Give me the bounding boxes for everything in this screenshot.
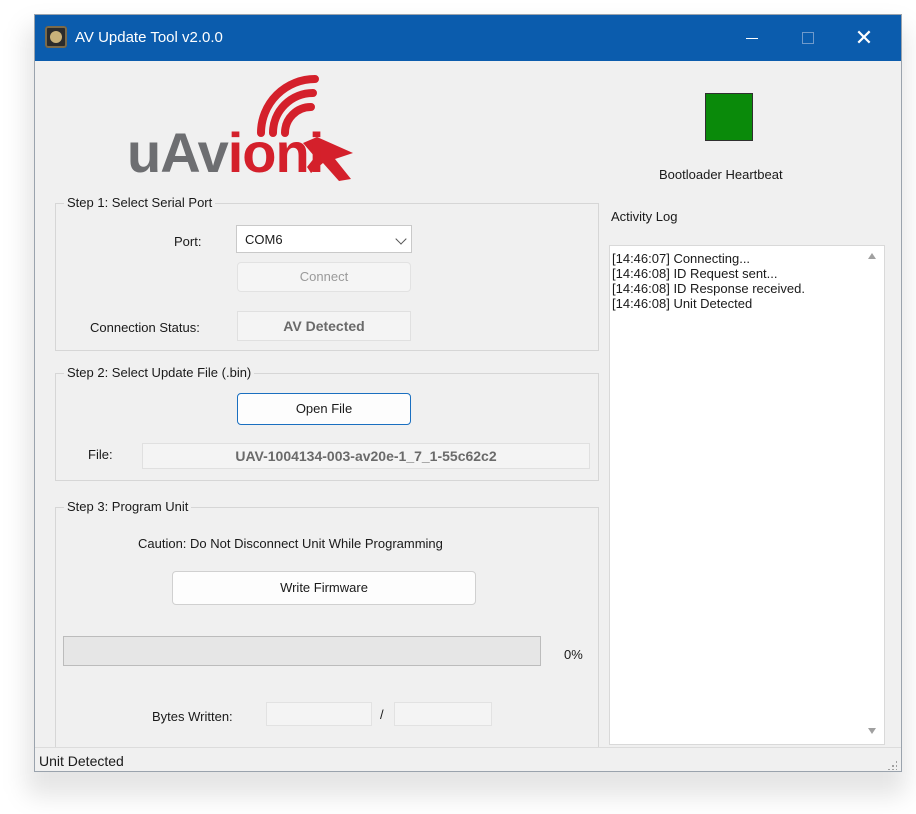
resize-grip-icon[interactable] (887, 760, 897, 770)
step3-title: Step 3: Program Unit (64, 499, 192, 514)
caution-text: Caution: Do Not Disconnect Unit While Pr… (138, 536, 443, 551)
progress-percent: 0% (564, 647, 583, 662)
step1-title: Step 1: Select Serial Port (64, 195, 216, 210)
app-window: AV Update Tool v2.0.0 ✕ uAvioni Step 1: … (34, 14, 902, 772)
close-button[interactable]: ✕ (841, 15, 887, 61)
connection-status-value: AV Detected (237, 311, 411, 341)
scroll-down-icon[interactable] (868, 728, 876, 734)
open-file-button[interactable]: Open File (237, 393, 411, 425)
title-bar[interactable]: AV Update Tool v2.0.0 ✕ (35, 15, 901, 61)
port-select[interactable]: COM6 (236, 225, 412, 253)
connection-status-label: Connection Status: (90, 320, 200, 335)
write-firmware-button[interactable]: Write Firmware (172, 571, 476, 605)
bootloader-heartbeat-label: Bootloader Heartbeat (659, 167, 783, 182)
port-label: Port: (174, 234, 202, 249)
file-label: File: (88, 447, 113, 462)
port-select-value: COM6 (245, 232, 283, 247)
step2-group: Step 2: Select Update File (.bin) Open F… (55, 365, 599, 481)
logo-wordmark-prefix: uAv (127, 121, 229, 184)
chevron-down-icon (395, 233, 407, 245)
status-bar: Unit Detected (35, 747, 901, 771)
uavionix-logo: uAvioni (89, 71, 389, 184)
log-line: [14:46:08] ID Response received. (612, 281, 805, 296)
activity-log-lines: [14:46:07] Connecting... [14:46:08] ID Re… (612, 251, 805, 311)
activity-log-title: Activity Log (611, 209, 678, 224)
step1-group: Step 1: Select Serial Port Port: COM6 Co… (55, 195, 599, 351)
maximize-button[interactable] (785, 15, 831, 61)
log-line: [14:46:08] Unit Detected (612, 296, 753, 311)
app-icon[interactable] (45, 26, 67, 48)
progress-bar (63, 636, 541, 666)
scroll-up-icon[interactable] (868, 253, 876, 259)
bytes-separator: / (380, 707, 384, 722)
bytes-total-field (394, 702, 492, 726)
step2-title: Step 2: Select Update File (.bin) (64, 365, 255, 380)
file-path-value: UAV-1004134-003-av20e-1_7_1-55c62c2 (142, 443, 590, 469)
bootloader-heartbeat-indicator (705, 93, 753, 141)
window-title: AV Update Tool v2.0.0 (75, 29, 223, 46)
bytes-written-field (266, 702, 372, 726)
bytes-written-label: Bytes Written: (152, 709, 233, 724)
minimize-button[interactable] (729, 15, 775, 61)
connect-button[interactable]: Connect (237, 262, 411, 292)
status-bar-text: Unit Detected (39, 753, 124, 769)
log-line: [14:46:08] ID Request sent... (612, 266, 778, 281)
logo-wordmark: uAvioni (127, 121, 325, 185)
logo-wordmark-rest: ioni (227, 121, 325, 184)
log-line: [14:46:07] Connecting... (612, 251, 751, 266)
activity-log[interactable]: [14:46:07] Connecting... [14:46:08] ID Re… (609, 245, 885, 745)
